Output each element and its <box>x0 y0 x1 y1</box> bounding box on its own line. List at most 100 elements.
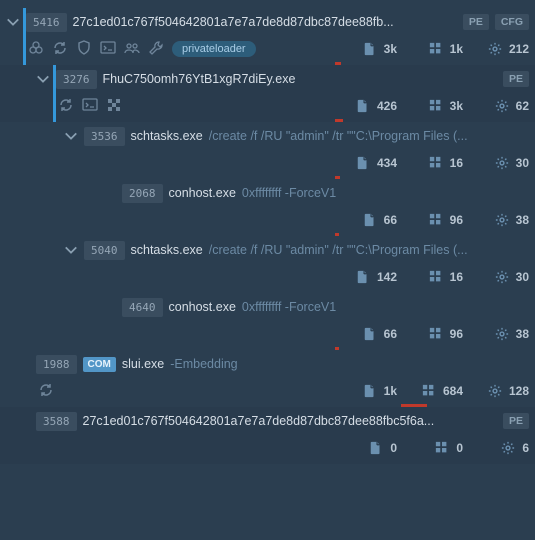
process-header[interactable]: 5416 27c1ed01c767f504642801a7e7a7de8d87db… <box>20 8 535 36</box>
grid-stat[interactable]: 0 <box>397 440 463 456</box>
wrench-icon[interactable] <box>148 40 164 59</box>
doc-stat[interactable]: 0 <box>331 440 397 456</box>
grid-stat-icon <box>428 212 444 228</box>
doc-stat-icon <box>355 98 371 114</box>
gear-stat[interactable]: 212 <box>463 41 529 57</box>
gear-stat-icon <box>487 41 503 57</box>
process-row[interactable]: 3588 27c1ed01c767f504642801a7e7a7de8d87db… <box>0 407 535 464</box>
terminal-icon[interactable] <box>82 97 98 116</box>
grid-stat[interactable]: 96 <box>397 212 463 228</box>
shield-icon[interactable] <box>76 40 92 59</box>
process-name[interactable]: 27c1ed01c767f504642801a7e7a7de8d87dbc87d… <box>73 15 394 29</box>
gear-stat-icon <box>494 326 510 342</box>
grid-stat-value: 96 <box>450 327 463 341</box>
expand-caret-icon[interactable] <box>28 72 50 86</box>
gear-stat-value: 62 <box>516 99 529 113</box>
process-name[interactable]: schtasks.exe <box>131 243 203 257</box>
process-row[interactable]: 2068conhost.exe0xffffffff -ForceV1669638 <box>0 179 535 236</box>
grid-stat[interactable]: 16 <box>397 269 463 285</box>
process-header[interactable]: 5040schtasks.exe/create /f /RU "admin" /… <box>78 236 535 264</box>
process-row[interactable]: 3276FhuC750omh76YtB1xgR7diEy.exePE4263k6… <box>0 65 535 122</box>
process-row[interactable]: 1988COMslui.exe-Embedding1k684128 <box>0 350 535 407</box>
pid-badge: 3536 <box>84 127 125 146</box>
gear-stat[interactable]: 30 <box>463 155 529 171</box>
gear-stat-value: 6 <box>522 441 529 455</box>
doc-stat[interactable]: 66 <box>331 212 397 228</box>
grid-stat-icon <box>428 326 444 342</box>
doc-stat[interactable]: 142 <box>331 269 397 285</box>
process-name[interactable]: conhost.exe <box>169 300 236 314</box>
process-header[interactable]: 3276FhuC750omh76YtB1xgR7diEy.exePE <box>50 65 535 93</box>
process-meta: 4341630 <box>78 150 535 176</box>
pid-badge: 4640 <box>122 298 163 317</box>
grid-stat-icon <box>428 269 444 285</box>
people-icon[interactable] <box>124 40 140 59</box>
expand-caret-icon[interactable] <box>56 243 78 257</box>
doc-stat-icon <box>362 326 378 342</box>
activity-underbar <box>34 461 535 464</box>
process-row[interactable]: 4640conhost.exe0xffffffff -ForceV1669638 <box>0 293 535 350</box>
process-name[interactable]: slui.exe <box>122 357 164 371</box>
grid-stat-value: 0 <box>456 441 463 455</box>
process-row[interactable]: 3536schtasks.exe/create /f /RU "admin" /… <box>0 122 535 179</box>
gear-stat[interactable]: 128 <box>463 383 529 399</box>
gear-stat-icon <box>494 98 510 114</box>
process-header[interactable]: 4640conhost.exe0xffffffff -ForceV1 <box>116 293 535 321</box>
gear-stat[interactable]: 38 <box>463 326 529 342</box>
process-name[interactable]: conhost.exe <box>169 186 236 200</box>
process-meta: 1k 684128 <box>30 378 535 404</box>
doc-stat[interactable]: 434 <box>331 155 397 171</box>
doc-stat-value: 426 <box>377 99 397 113</box>
terminal-icon[interactable] <box>100 40 116 59</box>
process-meta: 4263k 62 <box>50 93 535 119</box>
doc-stat[interactable]: 426 <box>331 98 397 114</box>
gear-stat-icon <box>500 440 516 456</box>
grid-stat[interactable]: 684 <box>397 383 463 399</box>
gear-stat[interactable]: 6 <box>463 440 529 456</box>
process-row[interactable]: 5040schtasks.exe/create /f /RU "admin" /… <box>0 236 535 293</box>
grid-stat-icon <box>428 155 444 171</box>
doc-stat[interactable]: 66 <box>331 326 397 342</box>
doc-stat-value: 3k <box>384 42 397 56</box>
process-row[interactable]: 5416 27c1ed01c767f504642801a7e7a7de8d87db… <box>0 8 535 65</box>
sync-icon[interactable] <box>38 382 54 401</box>
format-tag: PE <box>503 413 529 429</box>
pid-badge: 5416 <box>26 13 67 32</box>
gear-stat-value: 38 <box>516 327 529 341</box>
gear-stat[interactable]: 38 <box>463 212 529 228</box>
grid-stat[interactable]: 96 <box>397 326 463 342</box>
gear-stat-value: 212 <box>509 42 529 56</box>
process-header[interactable]: 1988COMslui.exe-Embedding <box>30 350 535 378</box>
expand-caret-icon[interactable] <box>0 15 20 29</box>
gear-stat[interactable]: 30 <box>463 269 529 285</box>
grid4-icon[interactable] <box>106 97 122 116</box>
doc-stat-value: 66 <box>384 327 397 341</box>
doc-stat-icon <box>362 383 378 399</box>
doc-stat[interactable]: 1k <box>331 383 397 399</box>
grid-stat[interactable]: 16 <box>397 155 463 171</box>
grid-stat[interactable]: 1k <box>397 41 463 57</box>
gear-stat[interactable]: 62 <box>463 98 529 114</box>
doc-stat[interactable]: 3k <box>331 41 397 57</box>
process-name[interactable]: schtasks.exe <box>131 129 203 143</box>
sync-icon[interactable] <box>58 97 74 116</box>
process-args: -Embedding <box>170 357 529 371</box>
process-args: 0xffffffff -ForceV1 <box>242 186 529 200</box>
process-name[interactable]: FhuC750omh76YtB1xgR7diEy.exe <box>103 72 296 86</box>
sync-icon[interactable] <box>52 40 68 59</box>
grid-stat-value: 684 <box>443 384 463 398</box>
malware-label[interactable]: privateloader <box>172 41 256 57</box>
gear-stat-value: 30 <box>516 270 529 284</box>
doc-stat-value: 1k <box>384 384 397 398</box>
com-badge: COM <box>83 357 116 372</box>
biohazard-icon[interactable] <box>28 40 44 59</box>
process-header[interactable]: 3536schtasks.exe/create /f /RU "admin" /… <box>78 122 535 150</box>
process-header[interactable]: 3588 27c1ed01c767f504642801a7e7a7de8d87db… <box>30 407 535 435</box>
expand-caret-icon[interactable] <box>56 129 78 143</box>
grid-stat[interactable]: 3k <box>397 98 463 114</box>
pid-badge: 3276 <box>56 70 97 89</box>
process-header[interactable]: 2068conhost.exe0xffffffff -ForceV1 <box>116 179 535 207</box>
pid-badge: 3588 <box>36 412 77 431</box>
process-name[interactable]: 27c1ed01c767f504642801a7e7a7de8d87dbc87d… <box>83 414 435 428</box>
grid-stat-value: 96 <box>450 213 463 227</box>
